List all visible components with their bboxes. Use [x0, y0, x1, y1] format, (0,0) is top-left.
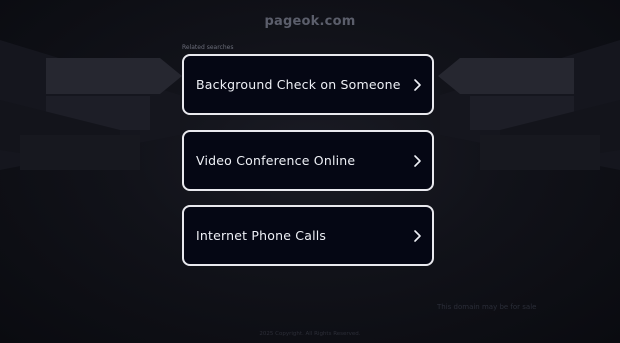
- related-searches-label: Related searches: [182, 44, 234, 51]
- chevron-right-icon: [412, 154, 422, 168]
- chevron-right-icon: [412, 229, 422, 243]
- chevron-right-icon: [412, 78, 422, 92]
- search-link-background-check[interactable]: Background Check on Someone: [182, 54, 434, 115]
- domain-title: pageok.com: [264, 14, 356, 29]
- copyright-text: 2025 Copyright. All Rights Reserved.: [259, 331, 361, 337]
- search-link-label: Video Conference Online: [196, 153, 356, 168]
- search-link-internet-phone-calls[interactable]: Internet Phone Calls: [182, 205, 434, 266]
- search-link-label: Background Check on Someone: [196, 77, 401, 92]
- parked-domain-page: pageok.com Related searches Background C…: [0, 0, 620, 343]
- search-link-video-conference[interactable]: Video Conference Online: [182, 130, 434, 191]
- search-link-label: Internet Phone Calls: [196, 228, 327, 243]
- domain-for-sale-link[interactable]: This domain may be for sale: [437, 303, 536, 311]
